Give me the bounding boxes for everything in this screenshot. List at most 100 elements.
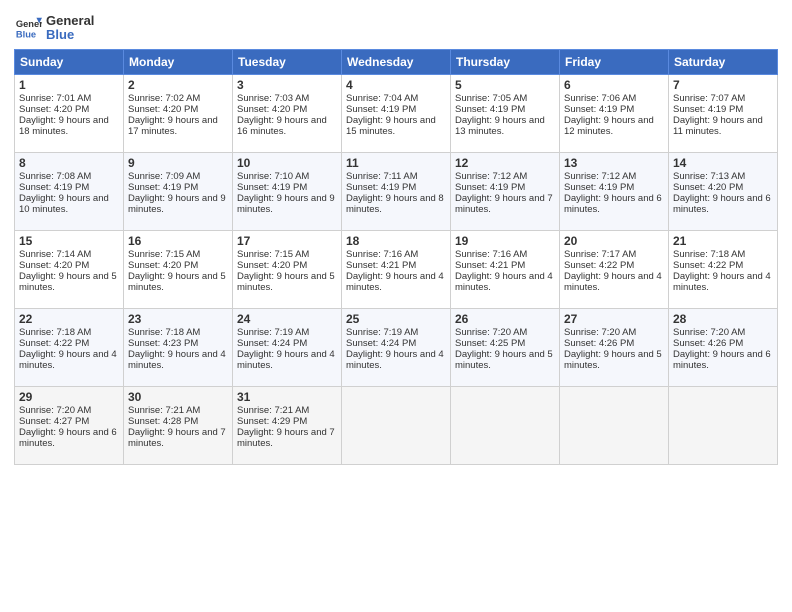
sunrise: Sunrise: 7:09 AM <box>128 171 200 182</box>
calendar-cell: 11Sunrise: 7:11 AMSunset: 4:19 PMDayligh… <box>342 152 451 230</box>
day-number: 28 <box>673 312 773 326</box>
day-number: 13 <box>564 156 664 170</box>
calendar-cell <box>669 386 778 464</box>
day-number: 7 <box>673 78 773 92</box>
daylight: Daylight: 9 hours and 5 minutes. <box>128 271 226 293</box>
day-number: 15 <box>19 234 119 248</box>
day-number: 10 <box>237 156 337 170</box>
sunrise: Sunrise: 7:21 AM <box>128 405 200 416</box>
daylight: Daylight: 9 hours and 6 minutes. <box>673 193 771 215</box>
daylight: Daylight: 9 hours and 4 minutes. <box>346 349 444 371</box>
sunrise: Sunrise: 7:12 AM <box>564 171 636 182</box>
calendar-header-monday: Monday <box>124 49 233 74</box>
sunrise: Sunrise: 7:17 AM <box>564 249 636 260</box>
day-number: 2 <box>128 78 228 92</box>
daylight: Daylight: 9 hours and 17 minutes. <box>128 115 218 137</box>
calendar-cell: 25Sunrise: 7:19 AMSunset: 4:24 PMDayligh… <box>342 308 451 386</box>
daylight: Daylight: 9 hours and 11 minutes. <box>673 115 763 137</box>
day-number: 11 <box>346 156 446 170</box>
sunset: Sunset: 4:20 PM <box>237 260 307 271</box>
sunset: Sunset: 4:27 PM <box>19 416 89 427</box>
calendar-page: General Blue General Blue SundayMondayTu… <box>0 0 792 612</box>
sunrise: Sunrise: 7:16 AM <box>346 249 418 260</box>
sunrise: Sunrise: 7:12 AM <box>455 171 527 182</box>
sunset: Sunset: 4:29 PM <box>237 416 307 427</box>
day-number: 20 <box>564 234 664 248</box>
daylight: Daylight: 9 hours and 7 minutes. <box>237 427 335 449</box>
sunset: Sunset: 4:20 PM <box>128 260 198 271</box>
day-number: 22 <box>19 312 119 326</box>
sunrise: Sunrise: 7:15 AM <box>237 249 309 260</box>
sunset: Sunset: 4:20 PM <box>19 260 89 271</box>
logo: General Blue General Blue <box>14 14 94 43</box>
sunrise: Sunrise: 7:18 AM <box>19 327 91 338</box>
day-number: 5 <box>455 78 555 92</box>
sunset: Sunset: 4:19 PM <box>455 182 525 193</box>
sunrise: Sunrise: 7:18 AM <box>673 249 745 260</box>
sunrise: Sunrise: 7:01 AM <box>19 93 91 104</box>
sunrise: Sunrise: 7:20 AM <box>564 327 636 338</box>
sunset: Sunset: 4:22 PM <box>19 338 89 349</box>
calendar-cell: 20Sunrise: 7:17 AMSunset: 4:22 PMDayligh… <box>560 230 669 308</box>
day-number: 14 <box>673 156 773 170</box>
calendar-cell: 3Sunrise: 7:03 AMSunset: 4:20 PMDaylight… <box>233 74 342 152</box>
calendar-cell: 1Sunrise: 7:01 AMSunset: 4:20 PMDaylight… <box>15 74 124 152</box>
daylight: Daylight: 9 hours and 5 minutes. <box>19 271 117 293</box>
day-number: 25 <box>346 312 446 326</box>
calendar-cell: 13Sunrise: 7:12 AMSunset: 4:19 PMDayligh… <box>560 152 669 230</box>
sunrise: Sunrise: 7:07 AM <box>673 93 745 104</box>
day-number: 3 <box>237 78 337 92</box>
daylight: Daylight: 9 hours and 7 minutes. <box>128 427 226 449</box>
daylight: Daylight: 9 hours and 5 minutes. <box>237 271 335 293</box>
day-number: 6 <box>564 78 664 92</box>
calendar-header-thursday: Thursday <box>451 49 560 74</box>
sunrise: Sunrise: 7:18 AM <box>128 327 200 338</box>
sunset: Sunset: 4:21 PM <box>346 260 416 271</box>
sunrise: Sunrise: 7:08 AM <box>19 171 91 182</box>
day-number: 30 <box>128 390 228 404</box>
sunrise: Sunrise: 7:04 AM <box>346 93 418 104</box>
day-number: 29 <box>19 390 119 404</box>
calendar-cell: 12Sunrise: 7:12 AMSunset: 4:19 PMDayligh… <box>451 152 560 230</box>
sunset: Sunset: 4:19 PM <box>19 182 89 193</box>
day-number: 27 <box>564 312 664 326</box>
sunset: Sunset: 4:20 PM <box>237 104 307 115</box>
day-number: 23 <box>128 312 228 326</box>
calendar-cell: 18Sunrise: 7:16 AMSunset: 4:21 PMDayligh… <box>342 230 451 308</box>
calendar-cell: 31Sunrise: 7:21 AMSunset: 4:29 PMDayligh… <box>233 386 342 464</box>
sunset: Sunset: 4:25 PM <box>455 338 525 349</box>
calendar-week-4: 29Sunrise: 7:20 AMSunset: 4:27 PMDayligh… <box>15 386 778 464</box>
daylight: Daylight: 9 hours and 4 minutes. <box>237 349 335 371</box>
calendar-cell <box>560 386 669 464</box>
calendar-cell: 26Sunrise: 7:20 AMSunset: 4:25 PMDayligh… <box>451 308 560 386</box>
day-number: 31 <box>237 390 337 404</box>
sunrise: Sunrise: 7:10 AM <box>237 171 309 182</box>
daylight: Daylight: 9 hours and 15 minutes. <box>346 115 436 137</box>
daylight: Daylight: 9 hours and 13 minutes. <box>455 115 545 137</box>
calendar-cell: 10Sunrise: 7:10 AMSunset: 4:19 PMDayligh… <box>233 152 342 230</box>
sunrise: Sunrise: 7:13 AM <box>673 171 745 182</box>
calendar-cell <box>342 386 451 464</box>
calendar-cell: 7Sunrise: 7:07 AMSunset: 4:19 PMDaylight… <box>669 74 778 152</box>
calendar-week-1: 8Sunrise: 7:08 AMSunset: 4:19 PMDaylight… <box>15 152 778 230</box>
sunset: Sunset: 4:19 PM <box>564 104 634 115</box>
daylight: Daylight: 9 hours and 4 minutes. <box>346 271 444 293</box>
sunrise: Sunrise: 7:21 AM <box>237 405 309 416</box>
calendar-cell: 27Sunrise: 7:20 AMSunset: 4:26 PMDayligh… <box>560 308 669 386</box>
calendar-header-friday: Friday <box>560 49 669 74</box>
sunset: Sunset: 4:19 PM <box>346 182 416 193</box>
daylight: Daylight: 9 hours and 8 minutes. <box>346 193 444 215</box>
calendar-cell <box>451 386 560 464</box>
sunrise: Sunrise: 7:19 AM <box>237 327 309 338</box>
calendar-header-saturday: Saturday <box>669 49 778 74</box>
calendar-cell: 9Sunrise: 7:09 AMSunset: 4:19 PMDaylight… <box>124 152 233 230</box>
sunset: Sunset: 4:20 PM <box>128 104 198 115</box>
calendar-header-wednesday: Wednesday <box>342 49 451 74</box>
sunset: Sunset: 4:26 PM <box>673 338 743 349</box>
calendar-cell: 22Sunrise: 7:18 AMSunset: 4:22 PMDayligh… <box>15 308 124 386</box>
sunset: Sunset: 4:19 PM <box>455 104 525 115</box>
calendar-cell: 23Sunrise: 7:18 AMSunset: 4:23 PMDayligh… <box>124 308 233 386</box>
calendar-header-sunday: Sunday <box>15 49 124 74</box>
daylight: Daylight: 9 hours and 6 minutes. <box>673 349 771 371</box>
sunrise: Sunrise: 7:19 AM <box>346 327 418 338</box>
